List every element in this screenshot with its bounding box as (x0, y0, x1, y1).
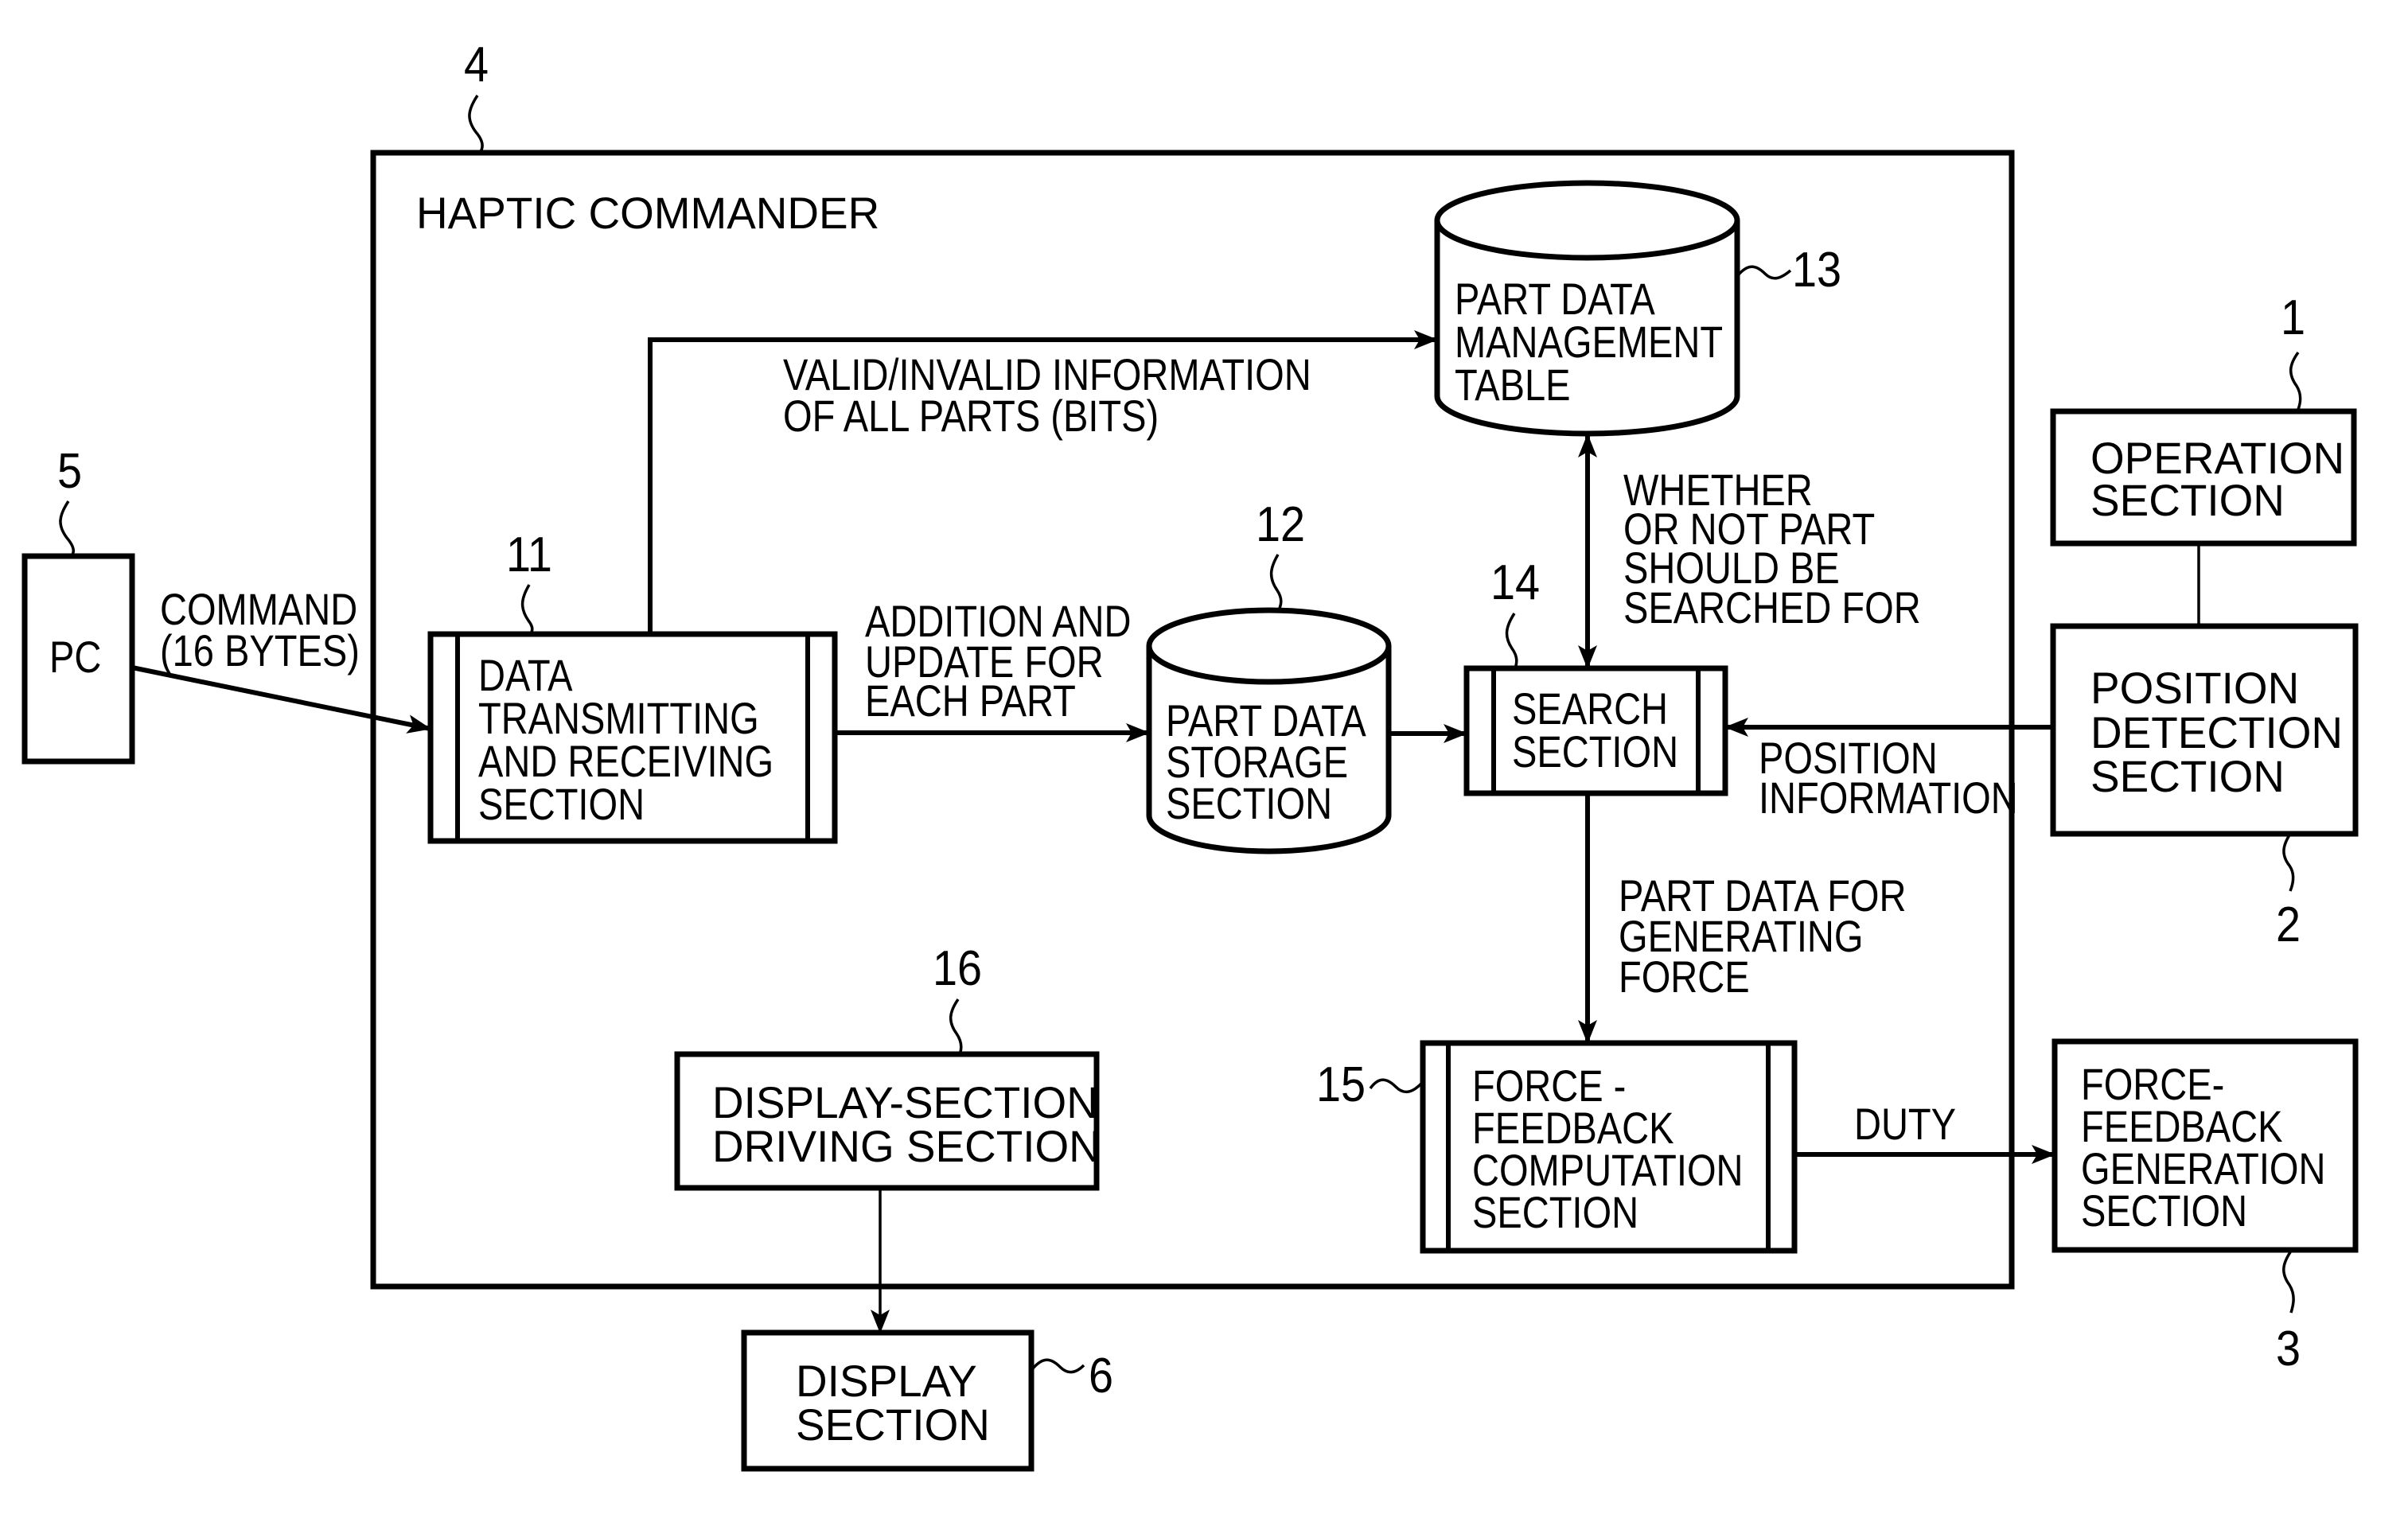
whether-searched-line4: SEARCHED FOR (1623, 582, 1921, 633)
pc-label: PC (49, 632, 101, 682)
display-driving-line2: DRIVING SECTION (712, 1121, 1101, 1171)
force-feedback-computation-line4: SECTION (1472, 1187, 1638, 1237)
part-data-management-line3: TABLE (1455, 360, 1571, 410)
position-detection-line2: DETECTION (2090, 707, 2343, 757)
force-feedback-generation-block: FORCE- FEEDBACK GENERATION SECTION 3 (2051, 1038, 2359, 1376)
leader-line-14 (1505, 613, 1518, 669)
ref-number-12: 12 (1256, 497, 1305, 551)
valid-invalid-label-line2: OF ALL PARTS (BITS) (783, 391, 1159, 441)
leader-line-4 (468, 95, 484, 154)
position-information-line2: INFORMATION (1759, 773, 2018, 823)
leader-line-2 (2282, 833, 2295, 892)
display-section-line2: SECTION (796, 1399, 990, 1450)
part-data-storage-block: PART DATA STORAGE SECTION 12 (1146, 497, 1392, 854)
data-transmitting-line4: SECTION (478, 779, 645, 829)
leader-line-3 (2282, 1248, 2295, 1314)
force-feedback-computation-block: FORCE - FEEDBACK COMPUTATION SECTION 15 (1316, 1040, 1798, 1254)
position-detection-block: POSITION DETECTION SECTION 2 (2050, 623, 2359, 952)
pc-block: PC 5 (21, 444, 135, 765)
leader-line-5 (59, 500, 75, 557)
ref-number-6: 6 (1089, 1349, 1113, 1403)
part-data-management-block: PART DATA MANAGEMENT TABLE 13 (1434, 180, 1841, 437)
ref-number-13: 13 (1792, 243, 1841, 297)
addition-update-label-line3: EACH PART (865, 675, 1076, 726)
ref-number-2: 2 (2276, 897, 2301, 952)
part-data-storage-line3: SECTION (1166, 778, 1332, 828)
display-driving-line1: DISPLAY-SECTION (712, 1077, 1098, 1127)
command-label-line2: (16 BYTES) (160, 625, 360, 675)
display-section-block: DISPLAY SECTION 6 (741, 1329, 1113, 1472)
ref-number-1: 1 (2281, 290, 2305, 344)
leader-line-12 (1269, 554, 1283, 611)
command-arrow (131, 665, 431, 734)
ref-number-3: 3 (2276, 1322, 2301, 1376)
position-detection-line3: SECTION (2090, 751, 2285, 801)
ref-number-5: 5 (57, 444, 82, 498)
leader-line-16 (949, 998, 963, 1055)
leader-line-13 (1736, 265, 1792, 280)
search-section-line2: SECTION (1512, 726, 1678, 777)
leader-line-11 (520, 584, 534, 636)
operation-section-block: OPERATION SECTION 1 (2050, 290, 2357, 547)
duty-label: DUTY (1854, 1099, 1956, 1149)
display-section-line1: DISPLAY (796, 1356, 977, 1406)
ref-number-4: 4 (464, 37, 489, 91)
leader-line-6 (1031, 1358, 1085, 1374)
ref-number-15: 15 (1316, 1057, 1366, 1111)
ref-number-14: 14 (1490, 555, 1540, 609)
operation-section-line2: SECTION (2090, 475, 2285, 525)
leader-line-15 (1369, 1078, 1423, 1094)
part-data-force-line3: FORCE (1619, 952, 1750, 1002)
data-transmitting-block: DATA TRANSMITTING AND RECEIVING SECTION … (427, 527, 838, 844)
position-detection-line1: POSITION (2090, 663, 2299, 713)
leader-line-1 (2289, 351, 2302, 412)
display-driving-block: DISPLAY-SECTION DRIVING SECTION 16 (674, 941, 1101, 1191)
block-diagram: HAPTIC COMMANDER 4 PC 5 COMMAND (16 BYTE… (21, 37, 2359, 1472)
force-feedback-generation-line4: SECTION (2081, 1185, 2247, 1236)
haptic-commander-title: HAPTIC COMMANDER (416, 188, 879, 238)
ref-number-11: 11 (506, 527, 552, 582)
ref-number-16: 16 (933, 941, 982, 995)
